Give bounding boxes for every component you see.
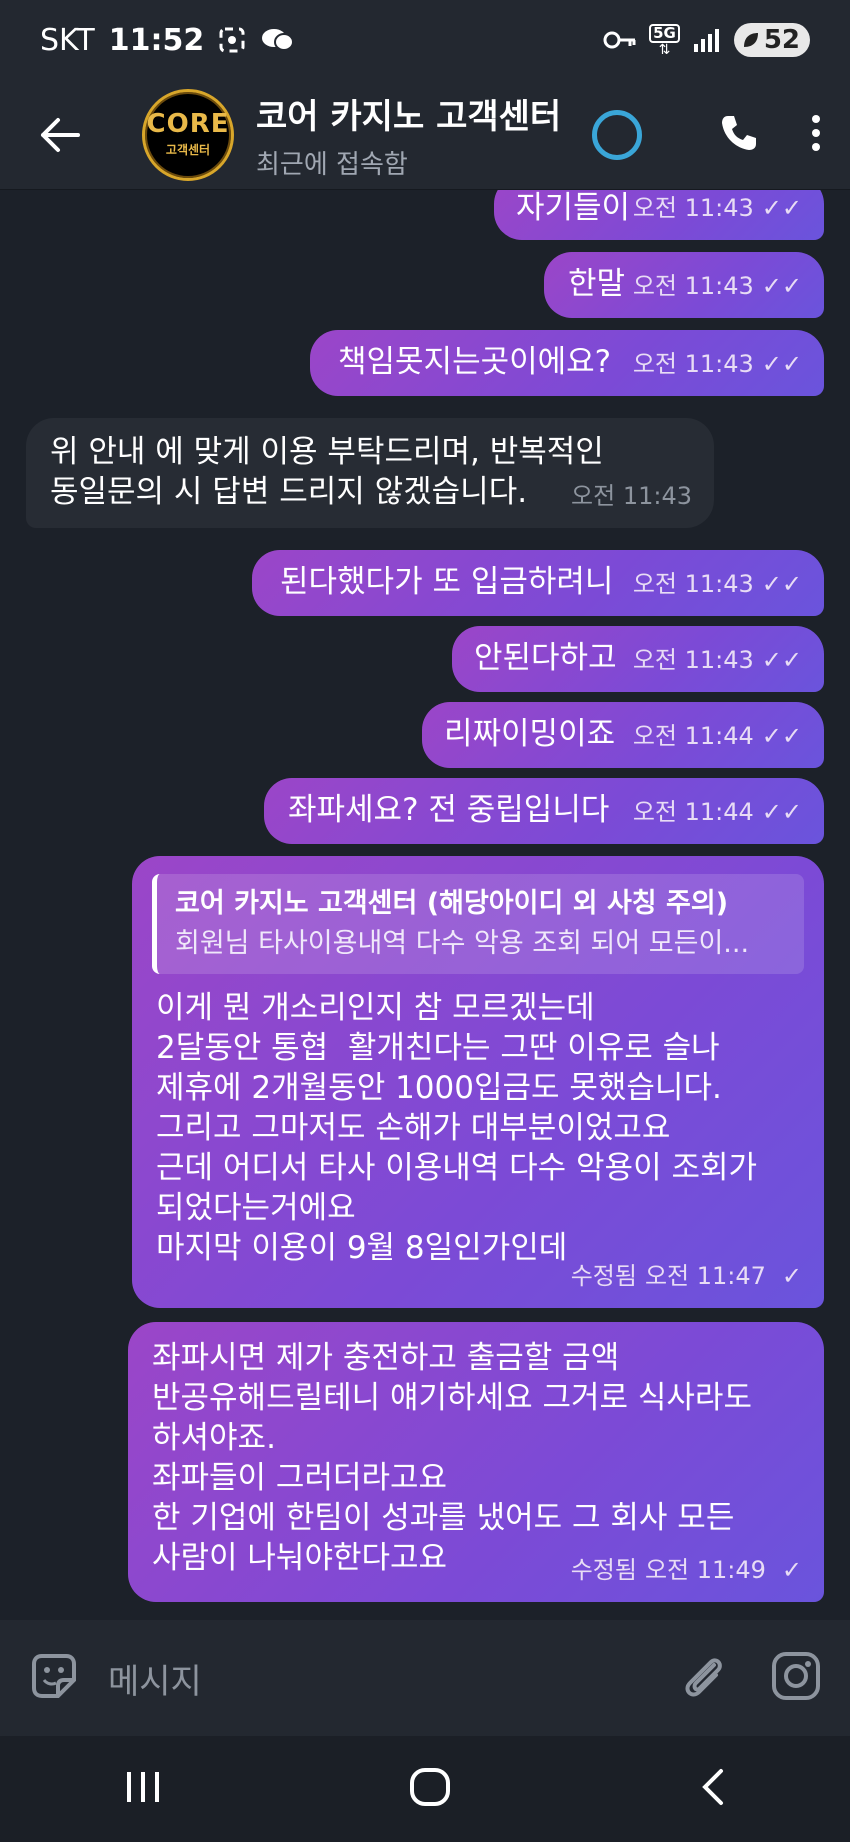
recent-apps-button[interactable] (123, 1770, 163, 1808)
message-meta: 오전 11:44 ✓✓ (633, 792, 802, 832)
carrier-label: SKT (40, 22, 95, 58)
chat-app-icon (260, 26, 295, 54)
outgoing-message[interactable]: 안된다하고 오전 11:43 ✓✓ (452, 626, 824, 692)
message-time: 오전 11:44 (632, 798, 754, 826)
call-button[interactable] (718, 112, 760, 158)
signal-icon (692, 26, 722, 54)
reply-quote[interactable]: 코어 카지노 고객센터 (해당아이디 외 사칭 주의) 회원님 타사이용내역 다… (152, 874, 804, 974)
double-check-icon: ✓✓ (761, 646, 802, 674)
outgoing-message[interactable]: 된다했다가 또 입금하려니 오전 11:43 ✓✓ (252, 550, 824, 616)
double-check-icon: ✓✓ (761, 272, 802, 300)
message-text: 좌파시면 제가 충전하고 출금할 금액 반공유해드릴테니 얘기하세요 그거로 식… (152, 1340, 752, 1576)
outgoing-reply-message[interactable]: 코어 카지노 고객센터 (해당아이디 외 사칭 주의) 회원님 타사이용내역 다… (132, 856, 824, 1308)
outgoing-message[interactable]: 좌파세요? 전 중립입니다 오전 11:44 ✓✓ (264, 778, 824, 844)
back-nav-button[interactable] (697, 1767, 727, 1811)
clock: 11:52 (108, 22, 205, 58)
chat-title-area[interactable]: 코어 카지노 고객센터 최근에 접속함 (256, 89, 586, 181)
message-time: 오전 11:43 (632, 570, 754, 598)
battery-indicator: 52 (733, 23, 810, 57)
message-time: 오전 11:43 (632, 194, 754, 222)
message-meta: 오전 11:43 ✓✓ (633, 640, 802, 680)
message-meta: 오전 11:43 ✓✓ (633, 190, 802, 228)
chevron-left-icon (702, 1769, 723, 1805)
status-bar: SKT 11:52 5G ⇅ 52 (0, 0, 850, 80)
incoming-message[interactable]: 위 안내 에 맞게 이용 부탁드리며, 반복적인 동일문의 시 답변 드리지 않… (26, 418, 714, 528)
reply-quote-title: 코어 카지노 고객센터 (해당아이디 외 사칭 주의) (175, 888, 729, 919)
message-time: 오전 11:49 (644, 1556, 766, 1584)
message-text: 책임못지는곳이에요? (338, 344, 612, 380)
message-text: 자기들이 (516, 190, 631, 226)
leaf-icon (743, 33, 758, 47)
system-nav-bar (0, 1736, 850, 1842)
double-check-icon: ✓✓ (761, 194, 802, 222)
message-time: 오전 11:44 (632, 722, 754, 750)
screenshot-icon (218, 26, 246, 54)
double-check-icon: ✓✓ (761, 798, 802, 826)
message-meta: 오전 11:43 ✓✓ (633, 266, 802, 306)
message-text: 리짜이밍이죠 (444, 716, 616, 752)
message-time: 오전 11:43 (632, 646, 754, 674)
outgoing-message[interactable]: 좌파시면 제가 충전하고 출금할 금액 반공유해드릴테니 얘기하세요 그거로 식… (128, 1322, 824, 1602)
message-text: 된다했다가 또 입금하려니 (280, 564, 614, 600)
message-meta: 오전 11:43 ✓✓ (633, 564, 802, 604)
avatar-logo-subtext: 고객센터 (165, 143, 211, 157)
reply-quote-text: 회원님 타사이용내역 다수 악용 조회 되어 모든이... (175, 928, 750, 959)
last-seen-status: 최근에 접속함 (256, 149, 408, 180)
message-time: 오전 11:43 (632, 272, 754, 300)
message-composer: 메시지 (0, 1620, 850, 1736)
double-check-icon: ✓✓ (761, 570, 802, 598)
home-icon (410, 1768, 450, 1806)
message-meta: 오전 11:43 ✓✓ (633, 344, 802, 384)
message-text: 위 안내 에 맞게 이용 부탁드리며, 반복적인 동일문의 시 답변 드리지 않… (50, 434, 604, 510)
double-check-icon: ✓✓ (761, 722, 802, 750)
message-input[interactable]: 메시지 (108, 1654, 202, 1703)
camera-button[interactable] (770, 1650, 822, 1706)
message-time: 오전 11:43 (632, 350, 754, 378)
outgoing-message[interactable]: 자기들이 오전 11:43 ✓✓ (494, 190, 824, 240)
message-meta: 오전 11:43 (571, 476, 692, 516)
assistant-ring-icon (592, 109, 642, 160)
more-options-button[interactable] (810, 113, 822, 157)
message-text: 한말 (568, 266, 626, 302)
message-text: 안된다하고 (474, 640, 617, 676)
edited-label: 수정됨 (570, 1262, 637, 1290)
instagram-camera-icon (772, 1652, 820, 1700)
message-text: 이게 뭔 개소리인지 참 모르겠는데 2달동안 통협 활개친다는 그딴 이유로 … (156, 990, 758, 1266)
recents-icon (127, 1772, 159, 1802)
sticker-emoji-icon (32, 1654, 76, 1698)
back-button[interactable] (0, 80, 120, 190)
edited-label: 수정됨 (570, 1556, 637, 1584)
paperclip-icon (685, 1658, 722, 1697)
outgoing-message[interactable]: 책임못지는곳이에요? 오전 11:43 ✓✓ (310, 330, 824, 396)
back-arrow-icon (41, 117, 80, 152)
chat-title: 코어 카지노 고객센터 (256, 96, 562, 137)
single-check-icon: ✓ (781, 1262, 802, 1290)
single-check-icon: ✓ (781, 1556, 802, 1584)
network-5g-icon: 5G ⇅ (649, 23, 680, 57)
phone-icon (722, 115, 756, 150)
message-meta: 수정됨 오전 11:47 ✓ (571, 1256, 802, 1296)
message-list[interactable]: 자기들이 오전 11:43 ✓✓ 한말 오전 11:43 ✓✓ 책임못지는곳이에요?… (0, 190, 850, 1620)
message-meta: 수정됨 오전 11:49 ✓ (571, 1550, 802, 1590)
double-check-icon: ✓✓ (761, 350, 802, 378)
attach-button[interactable] (680, 1651, 726, 1705)
message-text: 좌파세요? 전 중립입니다 (288, 792, 610, 828)
message-time: 오전 11:47 (644, 1262, 766, 1290)
outgoing-message[interactable]: 한말 오전 11:43 ✓✓ (544, 252, 824, 318)
outgoing-message[interactable]: 리짜이밍이죠 오전 11:44 ✓✓ (422, 702, 824, 768)
home-button[interactable] (409, 1767, 451, 1811)
message-time: 오전 11:43 (571, 482, 692, 510)
key-icon (603, 29, 637, 51)
message-meta: 오전 11:44 ✓✓ (633, 716, 802, 756)
chat-header: CORE 고객센터 코어 카지노 고객센터 최근에 접속함 (0, 80, 850, 190)
emoji-button[interactable] (28, 1650, 80, 1706)
battery-level: 52 (763, 25, 800, 55)
kebab-menu-icon (812, 114, 820, 151)
avatar-logo-text: CORE (146, 109, 230, 139)
avatar[interactable]: CORE 고객센터 (142, 88, 234, 181)
